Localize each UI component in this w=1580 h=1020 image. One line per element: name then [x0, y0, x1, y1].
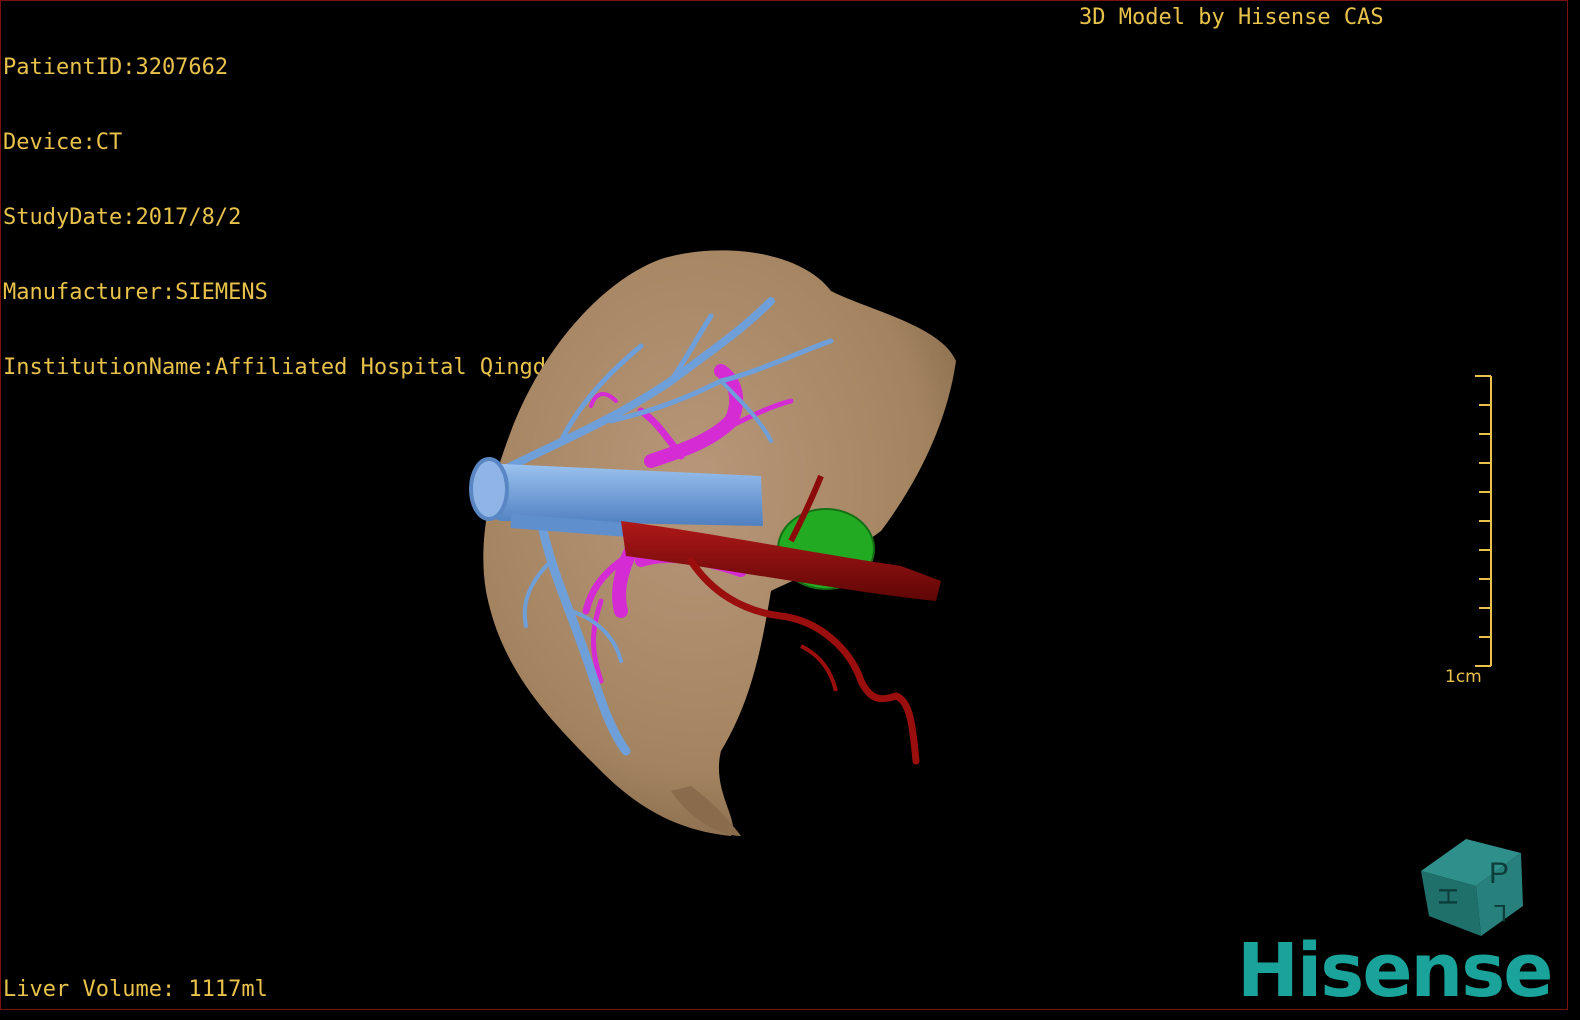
liver-3d-model[interactable]: [441, 231, 1001, 851]
patient-id-text: PatientID:3207662: [3, 55, 229, 80]
scale-bar: [1475, 375, 1492, 667]
model-credit-text: 3D Model by Hisense CAS: [1079, 5, 1384, 30]
orientation-cube[interactable]: P H L: [1411, 831, 1531, 941]
3d-viewport[interactable]: PatientID:3207662 Device:CT StudyDate:20…: [0, 0, 1568, 1010]
hisense-logo: Hisense: [1237, 928, 1553, 1010]
artery-branch-side: [800, 644, 838, 692]
cube-face-h: H: [1433, 887, 1463, 906]
scale-bar-label: 1cm: [1445, 667, 1482, 687]
cube-face-p: P: [1489, 857, 1509, 890]
cube-face-l: L: [1494, 899, 1507, 926]
portal-vein-opening: [469, 457, 509, 521]
study-date-text: StudyDate:2017/8/2: [3, 205, 242, 230]
device-text: Device:CT: [3, 130, 123, 155]
liver-volume-text: Liver Volume: 1117ml: [3, 977, 268, 1002]
